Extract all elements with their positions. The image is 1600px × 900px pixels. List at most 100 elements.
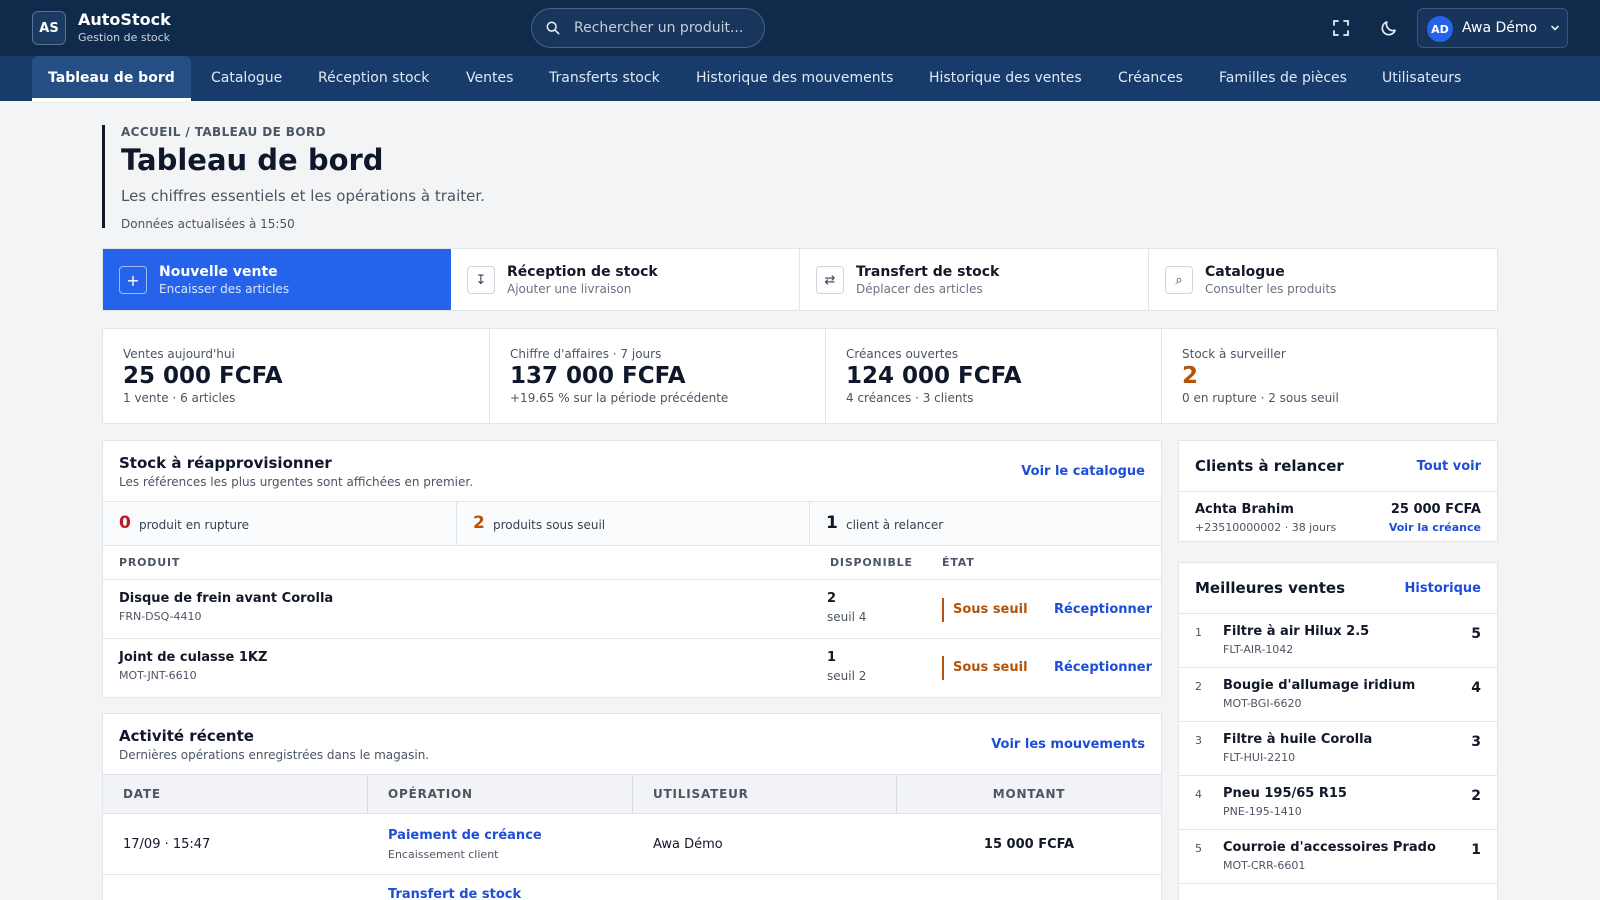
restock-stats: 0 produit en rupture 2 produits sous seu… [103, 501, 1161, 546]
product-name: Filtre à huile Corolla [1223, 732, 1373, 747]
kpi-footnote: +19.65 % sur la période précédente [510, 391, 729, 405]
breadcrumb: ACCUEIL / TABLEAU DE BORD [121, 125, 326, 139]
view-receivable-link[interactable]: Voir la créance [1389, 521, 1481, 534]
catalogue-button[interactable]: ⌕ Catalogue Consulter les produits [1149, 249, 1497, 310]
nav-historique-ventes[interactable]: Historique des ventes [929, 56, 1082, 101]
activity-operation-link[interactable]: Transfert de stock [388, 887, 521, 900]
divider [1179, 613, 1497, 614]
kpi-label: Stock à surveiller [1182, 347, 1286, 361]
quick-action-title: Réception de stock [507, 264, 658, 280]
clients-to-remind-card: Clients à relancer Tout voir Achta Brahi… [1178, 440, 1498, 542]
user-menu[interactable]: AD Awa Démo [1417, 8, 1568, 48]
nav-creances[interactable]: Créances [1118, 56, 1183, 101]
quick-action-subtitle: Ajouter une livraison [507, 282, 632, 296]
kpi-value: 25 000 FCFA [123, 363, 283, 389]
product-sku: MOT-BGI-6620 [1223, 697, 1302, 710]
product-name: Bougie d'allumage iridium [1223, 678, 1416, 693]
quick-action-title: Catalogue [1205, 264, 1285, 280]
activity-operation-link[interactable]: Paiement de créance [388, 828, 542, 843]
app-logo[interactable]: AS [32, 11, 66, 45]
product-sku: MOT-JNT-6610 [119, 669, 197, 682]
rank-number: 3 [1195, 734, 1202, 747]
nav-ventes[interactable]: Ventes [466, 56, 513, 101]
rank-number: 1 [1195, 626, 1202, 639]
best-sellers-card: Meilleures ventes Historique 1 Filtre à … [1178, 562, 1498, 900]
history-link[interactable]: Historique [1405, 581, 1481, 596]
nav-utilisateurs[interactable]: Utilisateurs [1382, 56, 1461, 101]
moon-icon[interactable] [1377, 16, 1401, 40]
nav-transferts-stock[interactable]: Transferts stock [549, 56, 660, 101]
kpi-revenue-7-days: Chiffre d'affaires · 7 jours 137 000 FCF… [490, 329, 826, 423]
card-title: Stock à réapprovisionner [119, 454, 332, 472]
download-icon: ↧ [467, 266, 495, 294]
product-name: Filtre à air Hilux 2.5 [1223, 624, 1370, 639]
new-sale-button[interactable]: + Nouvelle vente Encaisser des articles [103, 249, 451, 310]
product-name: Pneu 195/65 R15 [1223, 786, 1347, 801]
available-quantity: 2 [827, 591, 837, 606]
card-title: Meilleures ventes [1195, 579, 1345, 597]
view-catalogue-link[interactable]: Voir le catalogue [1021, 464, 1145, 479]
kpi-sales-today: Ventes aujourd'hui 25 000 FCFA 1 vente ·… [103, 329, 490, 423]
stat-label: produits sous seuil [493, 518, 606, 532]
stat-out-of-stock: 0 produit en rupture [103, 502, 457, 546]
kpi-value: 2 [1182, 363, 1199, 389]
quick-action-title: Transfert de stock [856, 264, 1000, 280]
activity-table-header: DATE OPÉRATION UTILISATEUR MONTANT [103, 774, 1161, 814]
search-input[interactable] [574, 9, 759, 47]
search-box[interactable] [531, 8, 765, 48]
card-title: Activité récente [119, 727, 254, 745]
page-header: ACCUEIL / TABLEAU DE BORD Tableau de bor… [102, 125, 485, 231]
threshold: seuil 2 [827, 669, 867, 683]
app-subtitle: Gestion de stock [78, 31, 171, 44]
rank-number: 4 [1195, 788, 1202, 801]
column-header-user: UTILISATEUR [633, 775, 897, 814]
nav-reception-stock[interactable]: Réception stock [318, 56, 429, 101]
kpi-label: Créances ouvertes [846, 347, 959, 361]
transfer-icon: ⇄ [816, 266, 844, 294]
column-header-available: DISPONIBLE [830, 556, 913, 569]
top-bar: AS AutoStock Gestion de stock AD Awa Dém… [0, 0, 1600, 56]
rank-number: 5 [1195, 842, 1202, 855]
plus-icon: + [119, 266, 147, 294]
main-nav: Tableau de bord Catalogue Réception stoc… [0, 56, 1600, 101]
card-title: Clients à relancer [1195, 457, 1344, 475]
kpi-footnote: 0 en rupture · 2 sous seuil [1182, 391, 1339, 405]
column-header-state: ÉTAT [942, 556, 975, 569]
client-name: Achta Brahim [1195, 502, 1294, 517]
kpi-open-receivables: Créances ouvertes 124 000 FCFA 4 créance… [826, 329, 1162, 423]
view-all-link[interactable]: Tout voir [1417, 459, 1481, 474]
kpi-stock-watch: Stock à surveiller 2 0 en rupture · 2 so… [1162, 329, 1497, 423]
search-icon [546, 21, 560, 35]
nav-catalogue[interactable]: Catalogue [211, 56, 282, 101]
nav-tableau-de-bord[interactable]: Tableau de bord [32, 56, 191, 101]
divider [1179, 883, 1497, 884]
receive-link[interactable]: Réceptionner [1054, 660, 1152, 675]
chevron-down-icon [1551, 25, 1559, 31]
stock-transfer-button[interactable]: ⇄ Transfert de stock Déplacer des articl… [800, 249, 1149, 310]
app-name: AutoStock [78, 10, 171, 29]
divider [1179, 667, 1497, 668]
receive-link[interactable]: Réceptionner [1054, 602, 1152, 617]
product-sku: FLT-AIR-1042 [1223, 643, 1294, 656]
product-sku: PNE-195-1410 [1223, 805, 1302, 818]
stat-number: 0 [119, 513, 131, 533]
card-subtitle: Dernières opérations enregistrées dans l… [119, 748, 430, 762]
nav-familles-pieces[interactable]: Familles de pièces [1219, 56, 1347, 101]
user-name: Awa Démo [1462, 20, 1538, 36]
column-header-date: DATE [103, 775, 368, 814]
quantity-sold: 5 [1471, 626, 1481, 642]
quick-action-subtitle: Déplacer des articles [856, 282, 983, 296]
fullscreen-icon[interactable] [1329, 16, 1353, 40]
threshold: seuil 4 [827, 610, 867, 624]
kpi-label: Chiffre d'affaires · 7 jours [510, 347, 662, 361]
nav-historique-mouvements[interactable]: Historique des mouvements [696, 56, 893, 101]
stat-number: 1 [826, 513, 838, 533]
card-subtitle: Les références les plus urgentes sont af… [119, 475, 474, 489]
client-amount: 25 000 FCFA [1390, 502, 1481, 517]
page-title: Tableau de bord [121, 143, 384, 177]
stock-reception-button[interactable]: ↧ Réception de stock Ajouter une livrais… [451, 249, 800, 310]
view-movements-link[interactable]: Voir les mouvements [991, 737, 1145, 752]
quick-action-subtitle: Consulter les produits [1205, 282, 1337, 296]
quick-actions: + Nouvelle vente Encaisser des articles … [102, 248, 1498, 311]
quick-action-title: Nouvelle vente [159, 264, 278, 280]
